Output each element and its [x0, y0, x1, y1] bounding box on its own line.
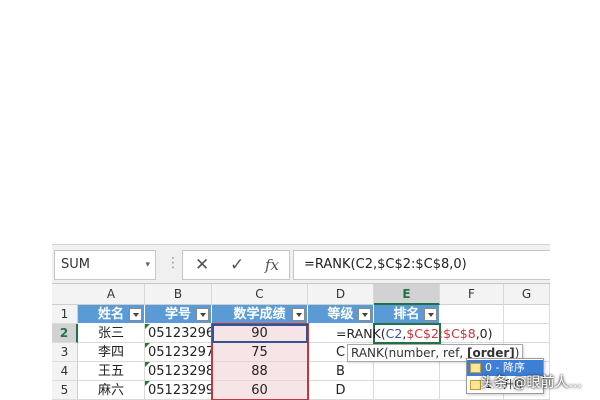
filter-dropdown-icon[interactable]: [196, 308, 209, 321]
column-header-a[interactable]: A: [78, 284, 145, 305]
cell-b4[interactable]: 05123298: [145, 362, 214, 381]
header-cell-id[interactable]: 学号: [145, 305, 212, 324]
insert-function-icon[interactable]: fx: [265, 256, 279, 274]
column-header-b[interactable]: B: [145, 284, 212, 305]
chevron-down-icon[interactable]: ▾: [145, 251, 150, 279]
column-header-f[interactable]: F: [440, 284, 504, 305]
row-header-2[interactable]: 2: [52, 324, 78, 343]
header-label: 学号: [164, 307, 191, 322]
header-label: 数学成绩: [233, 307, 286, 322]
cell-e4[interactable]: [374, 362, 440, 381]
filter-dropdown-icon[interactable]: [358, 308, 371, 321]
row-header-4[interactable]: 4: [52, 362, 78, 381]
cell-b3[interactable]: 05123297: [145, 343, 214, 362]
formula-bar: SUM ▾ ⋮ ✕ ✓ fx =RANK(C2,$C$2:$C$8,0): [52, 244, 550, 284]
header-cell-name[interactable]: 姓名: [78, 305, 145, 324]
cell-g1[interactable]: [504, 305, 550, 324]
cell-b2[interactable]: 05123296: [145, 324, 214, 343]
cell-c5[interactable]: 60: [212, 381, 308, 400]
spreadsheet-window: SUM ▾ ⋮ ✕ ✓ fx =RANK(C2,$C$2:$C$8,0) A B…: [52, 244, 550, 400]
formula-suffix: ,0): [475, 326, 493, 341]
formula-buttons: ✕ ✓ fx: [182, 250, 290, 280]
header-label: 姓名: [97, 307, 124, 322]
cell-c3[interactable]: 75: [212, 343, 308, 362]
header-cell-grade[interactable]: 等级: [308, 305, 374, 324]
column-headers: A B C D E F G: [52, 284, 550, 305]
cell-d4[interactable]: B: [308, 362, 374, 381]
row-header-1[interactable]: 1: [52, 305, 78, 324]
watermark: 头条 @眼前人...: [480, 375, 582, 391]
cell-b5[interactable]: 05123299: [145, 381, 214, 400]
cell-f1[interactable]: [440, 305, 504, 324]
column-header-g[interactable]: G: [504, 284, 550, 305]
filter-dropdown-icon[interactable]: [424, 308, 437, 321]
cell-a2[interactable]: 张三: [78, 324, 145, 343]
formula-ref-range: $C$2:$C$8: [406, 326, 476, 341]
row-header-3[interactable]: 3: [52, 343, 78, 362]
formula-prefix: =RANK(: [336, 326, 386, 341]
cell-e5[interactable]: [374, 381, 440, 400]
name-box[interactable]: SUM ▾: [54, 250, 156, 280]
cell-a4[interactable]: 王五: [78, 362, 145, 381]
drag-handle-icon[interactable]: ⋮: [166, 255, 180, 271]
cell-edit-text: =RANK(C2,$C$2:$C$8,0): [336, 324, 526, 343]
column-header-d[interactable]: D: [308, 284, 374, 305]
filter-dropdown-icon[interactable]: [129, 308, 142, 321]
header-label: 等级: [327, 307, 354, 322]
check-icon[interactable]: ✓: [230, 255, 244, 275]
column-header-c[interactable]: C: [212, 284, 308, 305]
filter-dropdown-icon[interactable]: [292, 308, 305, 321]
formula-ref-c2: C2: [385, 326, 403, 341]
formula-input[interactable]: =RANK(C2,$C$2:$C$8,0): [293, 250, 550, 280]
cell-d5[interactable]: D: [308, 381, 374, 400]
cancel-icon[interactable]: ✕: [195, 255, 209, 275]
header-cell-score[interactable]: 数学成绩: [212, 305, 308, 324]
name-box-value: SUM: [61, 257, 90, 272]
header-label: 排名: [393, 307, 420, 322]
column-header-e[interactable]: E: [374, 284, 440, 305]
cell-c2[interactable]: 90: [212, 324, 308, 343]
cell-a3[interactable]: 李四: [78, 343, 145, 362]
cell-a5[interactable]: 麻六: [78, 381, 145, 400]
header-cell-rank[interactable]: 排名: [374, 305, 440, 324]
cell-c4[interactable]: 88: [212, 362, 308, 381]
tooltip-signature: RANK(number, ref,: [351, 346, 467, 360]
row-header-5[interactable]: 5: [52, 381, 78, 400]
